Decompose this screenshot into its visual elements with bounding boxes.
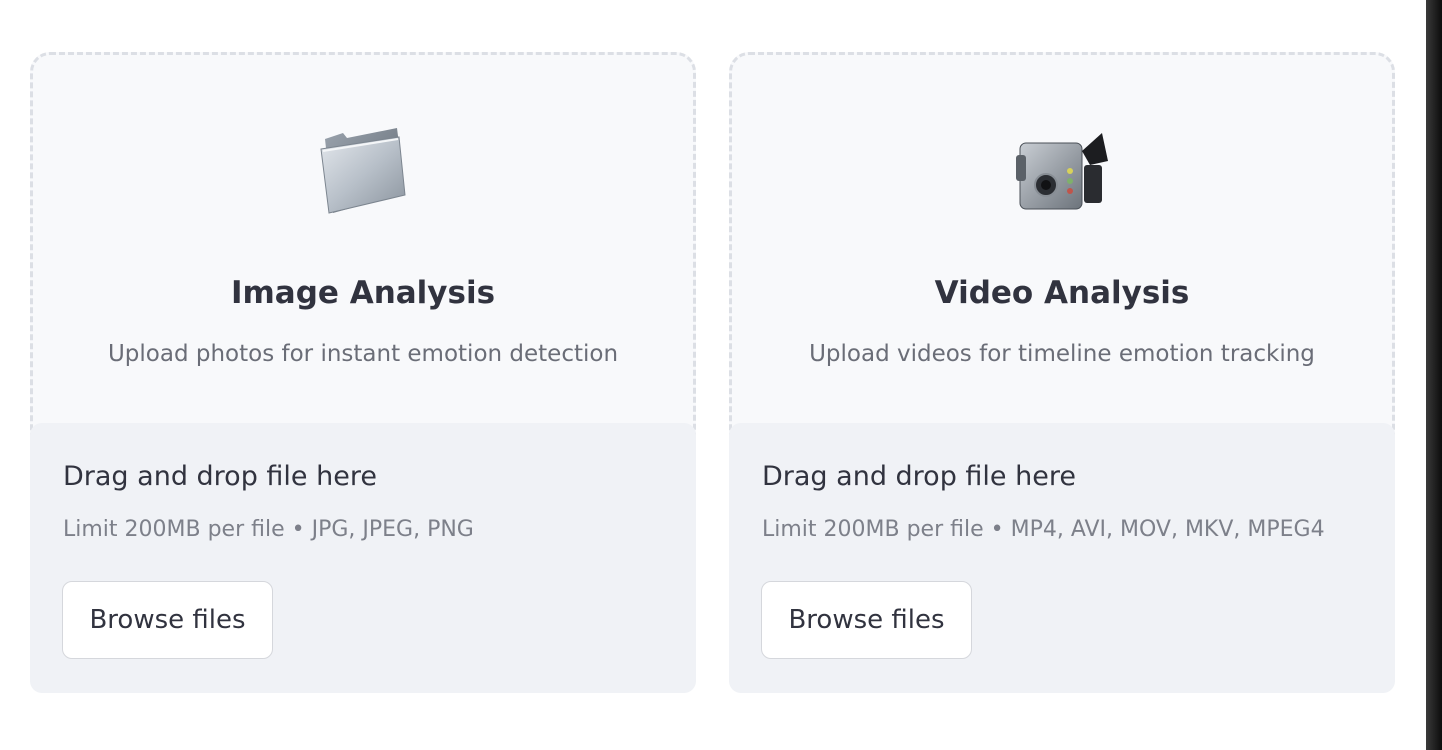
image-analysis-title: Image Analysis — [230, 275, 496, 311]
image-analysis-description: Upload photos for instant emotion detect… — [107, 341, 619, 367]
image-drop-label: Drag and drop file here — [63, 461, 377, 492]
video-drop-label: Drag and drop file here — [762, 461, 1076, 492]
upload-page: Image Analysis Upload photos for instant… — [0, 0, 1442, 750]
video-limit-text: Limit 200MB per file • MP4, AVI, MOV, MK… — [762, 517, 1325, 542]
video-analysis-description: Upload videos for timeline emotion track… — [809, 341, 1315, 367]
video-analysis-column: Video Analysis Upload videos for timelin… — [729, 52, 1395, 455]
video-browse-files-button[interactable]: Browse files — [761, 581, 972, 659]
video-file-uploader[interactable]: Drag and drop file here Limit 200MB per … — [729, 423, 1395, 693]
video-camera-icon — [1012, 121, 1112, 221]
video-analysis-card: Video Analysis Upload videos for timelin… — [729, 52, 1395, 455]
image-analysis-column: Image Analysis Upload photos for instant… — [30, 52, 696, 455]
image-file-uploader[interactable]: Drag and drop file here Limit 200MB per … — [30, 423, 696, 693]
folder-icon — [313, 121, 413, 221]
image-analysis-card: Image Analysis Upload photos for instant… — [30, 52, 696, 455]
image-browse-files-button[interactable]: Browse files — [62, 581, 273, 659]
image-limit-text: Limit 200MB per file • JPG, JPEG, PNG — [63, 517, 474, 542]
video-analysis-title: Video Analysis — [934, 275, 1190, 311]
scrollbar[interactable] — [1426, 0, 1442, 750]
